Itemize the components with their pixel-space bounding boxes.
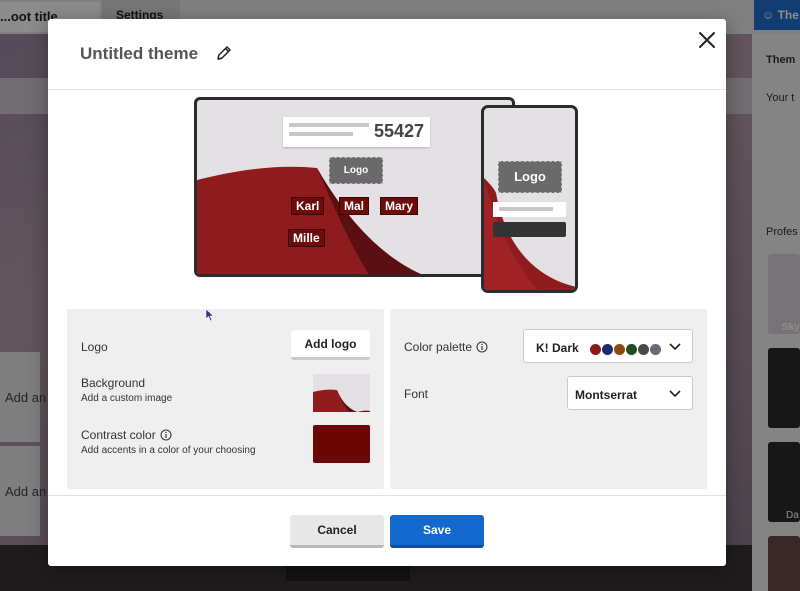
palette-swatch: [626, 344, 637, 355]
chevron-down-icon: [669, 390, 681, 398]
save-button[interactable]: Save: [390, 515, 484, 548]
image-settings-panel: Logo Add logo Background Add a custom im…: [67, 309, 384, 489]
game-pin: 55427: [373, 121, 424, 141]
mouse-cursor-icon: [205, 308, 215, 322]
theme-title: Untitled theme: [80, 44, 199, 63]
pencil-icon[interactable]: [215, 44, 233, 62]
player-nickname: Mary: [380, 197, 419, 215]
contrast-color-swatch[interactable]: [313, 425, 370, 463]
info-icon[interactable]: [160, 429, 172, 441]
nickname-input-preview: [493, 202, 566, 217]
player-nickname: Karl: [291, 197, 325, 215]
palette-swatch: [638, 344, 649, 355]
enter-button-preview: [493, 222, 566, 237]
logo-placeholder: Logo: [329, 157, 383, 184]
desktop-preview: 55427 Logo Karl Mal Mary Mille: [194, 97, 515, 277]
player-nickname: Mal: [339, 197, 370, 215]
logo-placeholder: Logo: [498, 161, 562, 193]
add-logo-button[interactable]: Add logo: [291, 330, 370, 360]
font-label: Font: [404, 387, 429, 401]
theme-editor-modal: Untitled theme 55427 Logo Karl Mal Mary …: [48, 19, 726, 566]
info-icon[interactable]: [476, 341, 488, 353]
color-palette-select[interactable]: K! Dark: [523, 329, 693, 363]
color-palette-label: Color palette: [404, 340, 488, 354]
background-label: Background: [81, 376, 146, 390]
font-value: Montserrat: [575, 388, 638, 402]
palette-swatches: [590, 342, 662, 355]
background-hint: Add a custom image: [81, 393, 173, 404]
theme-preview: 55427 Logo Karl Mal Mary Mille Logo: [194, 97, 580, 369]
game-pin-box: 55427: [283, 117, 430, 147]
palette-swatch: [602, 344, 613, 355]
background-thumbnail[interactable]: [313, 374, 370, 412]
contrast-color-label-text: Contrast color: [81, 428, 156, 442]
font-select[interactable]: Montserrat: [567, 376, 693, 410]
pin-placeholder-line: [289, 132, 353, 136]
palette-swatch: [650, 344, 661, 355]
close-icon[interactable]: [696, 29, 718, 51]
color-palette-label-text: Color palette: [404, 340, 473, 354]
contrast-color-hint: Add accents in a color of your choosing: [81, 445, 256, 456]
contrast-color-label: Contrast color: [81, 428, 172, 442]
palette-swatch: [590, 344, 601, 355]
pin-placeholder-line: [289, 123, 369, 127]
palette-swatch: [614, 344, 625, 355]
input-placeholder-line: [499, 207, 553, 211]
modal-header: Untitled theme: [48, 19, 726, 90]
background-wave-graphic: [484, 178, 575, 290]
cancel-button[interactable]: Cancel: [290, 515, 384, 548]
player-nickname: Mille: [288, 229, 325, 247]
chevron-down-icon: [669, 343, 681, 351]
style-settings-panel: Color palette K! Dark Font Montserrat: [390, 309, 707, 489]
color-palette-value: K! Dark: [536, 341, 579, 355]
background-wave-graphic: [313, 389, 370, 412]
logo-label: Logo: [81, 340, 108, 354]
modal-footer: Cancel Save: [48, 495, 726, 566]
mobile-preview: Logo: [481, 105, 578, 293]
